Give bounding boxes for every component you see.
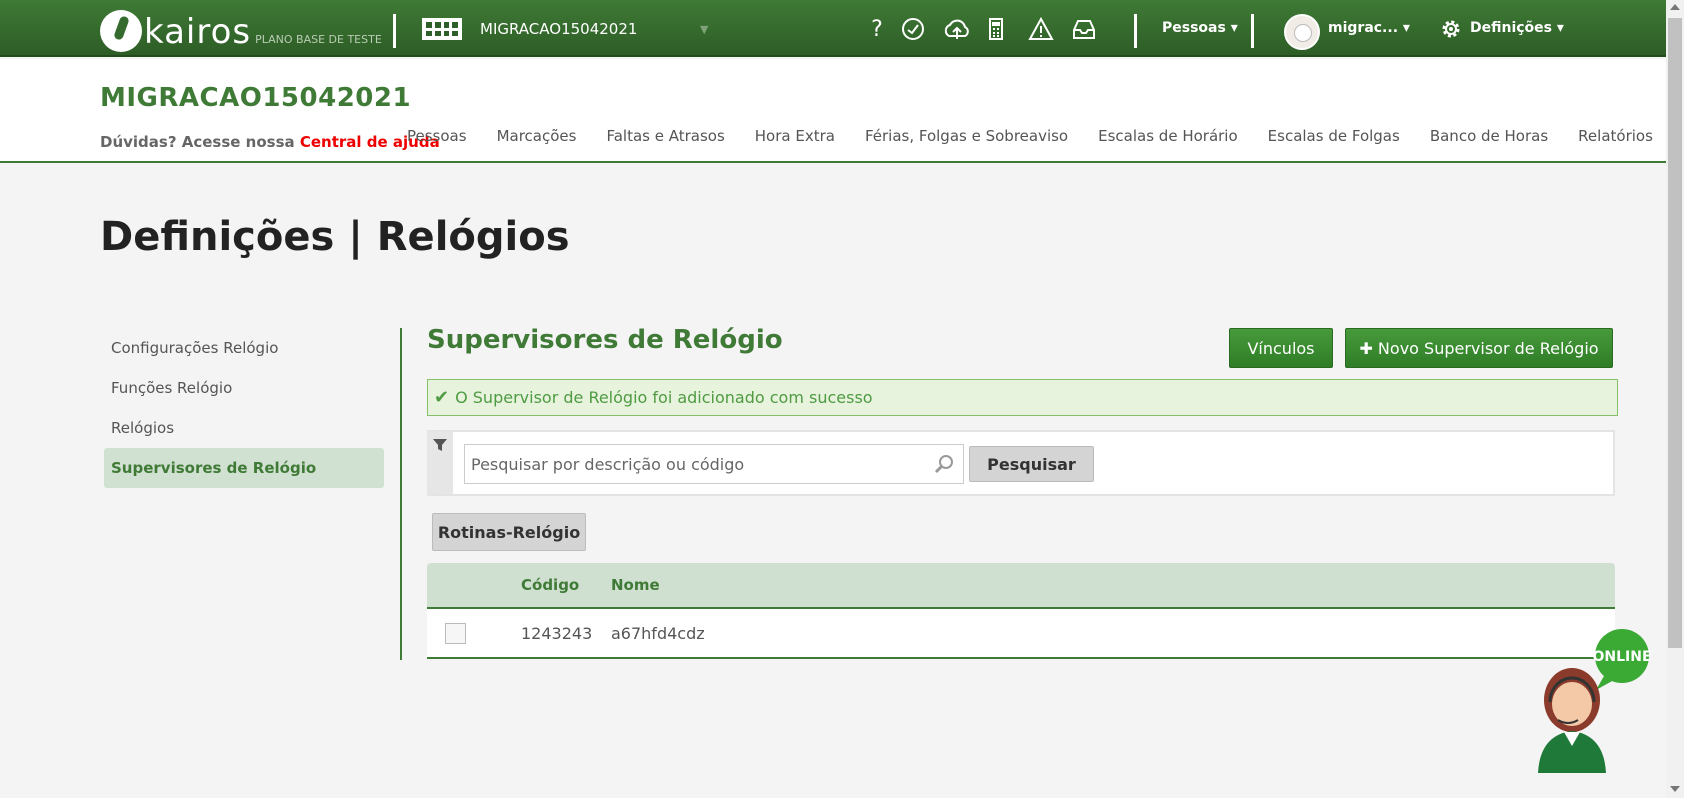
- nav-item-marcacoes[interactable]: Marcações: [497, 127, 577, 145]
- logo-text: kairos: [144, 12, 252, 52]
- calculator-icon[interactable]: [983, 16, 1009, 42]
- routines-button[interactable]: Rotinas-Relógio: [432, 513, 586, 551]
- nav-item-hora-extra[interactable]: Hora Extra: [755, 127, 835, 145]
- section-title: Supervisores de Relógio: [427, 325, 783, 355]
- search-input[interactable]: [464, 444, 964, 484]
- nav-item-faltas-atrasos[interactable]: Faltas e Atrasos: [606, 127, 724, 145]
- links-button[interactable]: Vínculos: [1229, 328, 1333, 368]
- nav-item-escalas-folgas[interactable]: Escalas de Folgas: [1268, 127, 1400, 145]
- search-button[interactable]: Pesquisar: [969, 446, 1094, 482]
- help-line: Dúvidas? Acesse nossa Central de ajuda: [100, 133, 440, 151]
- topbar-divider: [1134, 14, 1137, 48]
- warning-icon[interactable]: [1028, 16, 1054, 42]
- page-title: Definições | Relógios: [100, 214, 570, 260]
- sidebar-item-supervisores-relogio[interactable]: Supervisores de Relógio: [104, 448, 384, 488]
- filter-icon[interactable]: [432, 437, 448, 453]
- top-bar: kairos PLANO BASE DE TESTE MIGRACAO15042…: [0, 0, 1666, 57]
- sidebar-item-funcoes-relogio[interactable]: Funções Relógio: [104, 368, 384, 408]
- settings-menu[interactable]: Definições ▾: [1470, 20, 1564, 36]
- sidebar-item-relogios[interactable]: Relógios: [104, 408, 384, 448]
- sidebar-item-configuracoes-relogio[interactable]: Configurações Relógio: [104, 328, 384, 368]
- table-header: Código Nome: [427, 563, 1615, 609]
- kairos-logo[interactable]: kairos PLANO BASE DE TESTE: [100, 4, 382, 52]
- cloud-upload-icon[interactable]: [941, 16, 973, 42]
- company-selector[interactable]: MIGRACAO15042021 ▼: [422, 18, 708, 40]
- help-prefix: Dúvidas? Acesse nossa: [100, 133, 300, 151]
- user-menu[interactable]: migrac... ▾: [1328, 20, 1410, 36]
- people-menu[interactable]: Pessoas ▾: [1162, 20, 1238, 36]
- column-header-code[interactable]: Código: [521, 576, 579, 594]
- cell-name: a67hfd4cdz: [611, 624, 705, 643]
- gear-icon[interactable]: [1440, 18, 1462, 40]
- scroll-thumb[interactable]: [1668, 18, 1682, 648]
- nav-item-pessoas[interactable]: Pessoas: [407, 127, 467, 145]
- company-title: MIGRACAO15042021: [100, 83, 412, 113]
- nav-item-banco-horas[interactable]: Banco de Horas: [1430, 127, 1548, 145]
- supervisors-table: Código Nome 1243243 a67hfd4cdz: [427, 563, 1615, 659]
- nav-item-ferias-folgas[interactable]: Férias, Folgas e Sobreaviso: [865, 127, 1068, 145]
- nav-item-relatorios[interactable]: Relatórios: [1578, 127, 1653, 145]
- online-badge: ONLINE: [1592, 649, 1651, 665]
- table-row[interactable]: 1243243 a67hfd4cdz: [427, 609, 1615, 659]
- nav-item-escalas-horario[interactable]: Escalas de Horário: [1098, 127, 1238, 145]
- scroll-up-arrow-icon[interactable]: [1670, 4, 1680, 10]
- inbox-icon[interactable]: [1071, 16, 1097, 42]
- logo-mark-icon: [100, 10, 142, 52]
- settings-sidebar: Configurações Relógio Funções Relógio Re…: [104, 328, 384, 488]
- success-alert: ✔ O Supervisor de Relógio foi adicionado…: [427, 379, 1618, 416]
- app-header: MIGRACAO15042021 Dúvidas? Acesse nossa C…: [0, 59, 1666, 163]
- cell-code: 1243243: [521, 624, 593, 643]
- search-icon[interactable]: [934, 454, 954, 474]
- column-header-name[interactable]: Nome: [611, 576, 660, 594]
- topbar-divider: [393, 14, 396, 48]
- alert-message: O Supervisor de Relógio foi adicionado c…: [455, 388, 873, 407]
- company-name: MIGRACAO15042021: [480, 20, 638, 38]
- company-building-icon: [422, 18, 462, 40]
- main-nav: Pessoas Marcações Faltas e Atrasos Hora …: [407, 127, 1653, 145]
- checkmark-icon: ✔: [434, 387, 450, 408]
- topbar-divider: [1251, 14, 1254, 48]
- help-icon[interactable]: ?: [864, 16, 890, 42]
- sidebar-divider: [400, 328, 402, 660]
- online-support-widget[interactable]: ONLINE: [1524, 628, 1654, 773]
- user-avatar[interactable]: [1284, 14, 1320, 50]
- plan-label: PLANO BASE DE TESTE: [255, 33, 382, 46]
- help-glyph: ?: [871, 16, 883, 42]
- row-checkbox[interactable]: [445, 623, 466, 644]
- scroll-down-arrow-icon[interactable]: [1670, 786, 1680, 792]
- new-supervisor-button[interactable]: ✚ Novo Supervisor de Relógio: [1345, 328, 1613, 368]
- support-chat-icon[interactable]: [900, 16, 926, 42]
- chevron-down-icon: ▼: [700, 22, 709, 36]
